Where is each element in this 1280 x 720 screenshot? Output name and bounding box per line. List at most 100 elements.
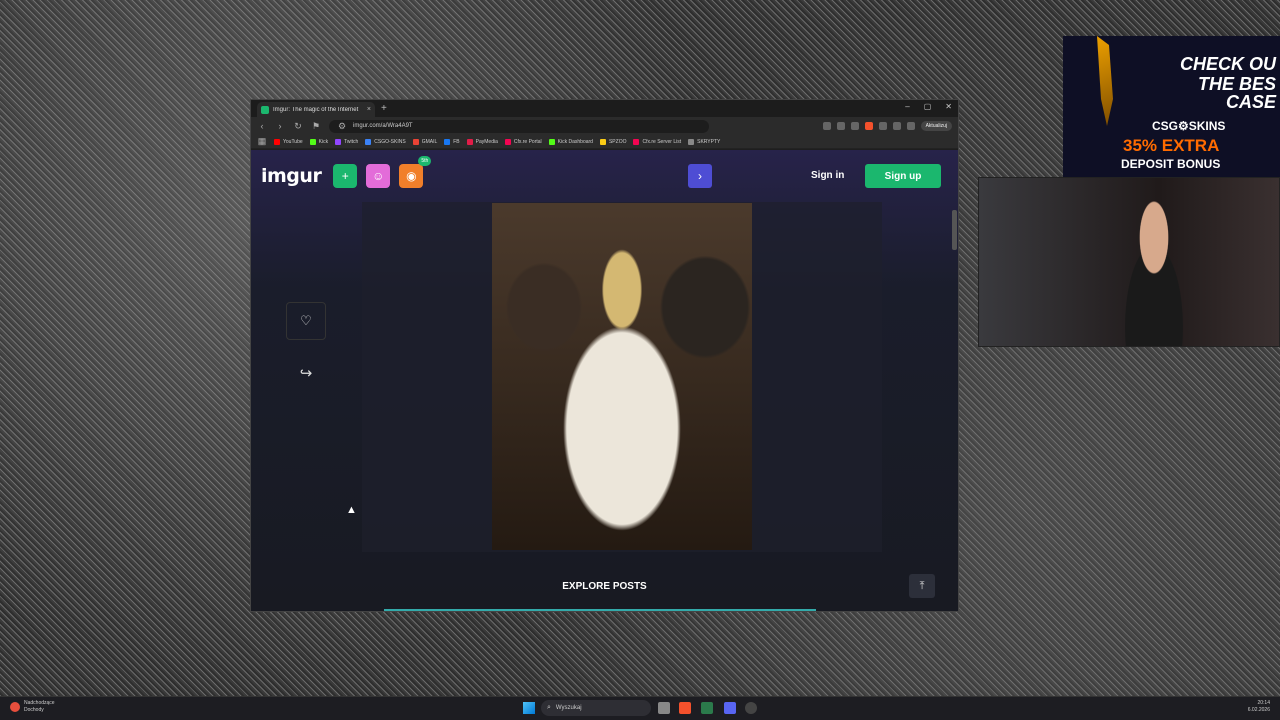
- bookmark-label: Twitch: [344, 138, 359, 145]
- app-icon[interactable]: [701, 702, 713, 714]
- explore-posts-strip: [384, 609, 816, 611]
- forward-icon[interactable]: ›: [275, 121, 285, 131]
- bookmark-label: Cfx.re Portal: [513, 138, 542, 145]
- tab-title: Imgur: The magic of the Internet: [273, 106, 359, 113]
- share-arrow-icon[interactable]: ↪: [296, 364, 316, 382]
- csgo-skins-icon: [365, 138, 372, 145]
- wallet-icon[interactable]: [906, 122, 915, 130]
- update-button[interactable]: Aktualizuj: [920, 121, 952, 131]
- discord-icon[interactable]: [724, 702, 736, 714]
- folder-icon: [688, 138, 695, 145]
- browser-tab[interactable]: Imgur: The magic of the Internet ×: [257, 102, 375, 117]
- gmail-icon: [412, 138, 419, 145]
- browser-window: Imgur: The magic of the Internet × + – ▢…: [250, 99, 959, 612]
- brave-browser-icon[interactable]: [679, 702, 691, 714]
- windows-start-icon[interactable]: [523, 702, 535, 714]
- weather-text: Nadchodzące Dochody: [24, 700, 55, 714]
- ad-bonus-percent: 35% EXTRA: [1123, 136, 1220, 155]
- system-tray-clock[interactable]: 20:14 6.02.2026: [1248, 700, 1270, 714]
- bookmark-label: Kick Dashboard: [557, 138, 593, 145]
- bookmark-kick[interactable]: Kick: [309, 138, 329, 145]
- bookmark-icon[interactable]: ⚑: [311, 121, 321, 132]
- bookmark-paymedia[interactable]: PayMedia: [466, 138, 498, 145]
- back-to-top-icon[interactable]: ⤒: [909, 574, 935, 598]
- clock-time: 20:14: [1257, 700, 1270, 706]
- search-placeholder: Wyszukaj: [555, 705, 582, 711]
- bookmark-label: CSGO-SKINS: [374, 138, 406, 145]
- paymedia-icon: [466, 138, 473, 145]
- sign-up-button[interactable]: Sign up: [865, 164, 941, 188]
- new-tab-button[interactable]: +: [381, 103, 387, 114]
- csgo-skins-ad-overlay: CHECK OU THE BES CASE CSG⚙SKINS 35% EXTR…: [1063, 36, 1280, 178]
- cfx-icon: [504, 138, 511, 145]
- youtube-icon: [274, 138, 280, 145]
- bookmark-csgo-skins[interactable]: CSGO-SKINS: [365, 138, 406, 145]
- ad-brand: CSG⚙SKINS: [1152, 119, 1226, 133]
- site-info-icon[interactable]: ⚙: [337, 121, 347, 132]
- taskbar-search[interactable]: ⌕ Wyszukaj: [541, 700, 651, 716]
- bookmark-twitch[interactable]: Twitch: [335, 138, 359, 145]
- bookmark-label: FB: [453, 138, 460, 145]
- kick-icon: [309, 138, 316, 145]
- explore-posts-heading: EXPLORE POSTS: [562, 581, 647, 592]
- meme-generator-icon[interactable]: ☺: [366, 164, 391, 188]
- games-badge: 5th: [418, 156, 432, 166]
- extensions-icon[interactable]: [878, 122, 887, 130]
- favorite-heart-icon[interactable]: ♡: [286, 302, 326, 340]
- bookmark-gmail[interactable]: GMAIL: [412, 138, 438, 145]
- upload-icon[interactable]: +: [333, 164, 358, 188]
- facebook-icon: [444, 138, 451, 145]
- bookmark-spzoo[interactable]: SPZOO: [599, 138, 626, 145]
- translate-icon[interactable]: [822, 122, 831, 130]
- obs-icon[interactable]: [745, 702, 757, 714]
- bookmark-kick-dashboard[interactable]: Kick Dashboard: [548, 138, 593, 145]
- window-controls: – ▢ ✕: [905, 102, 952, 111]
- post-image[interactable]: [492, 203, 752, 550]
- kick-icon: [548, 138, 555, 145]
- sign-in-link[interactable]: Sign in: [811, 170, 844, 181]
- apps-grid-icon[interactable]: ▦: [257, 136, 267, 147]
- bookmark-skrypty[interactable]: SKRYPTY: [688, 138, 721, 145]
- cfx-icon: [633, 138, 640, 145]
- url-text: imgur.com/a/Wra4A9T: [353, 123, 413, 129]
- games-glyph: ◉: [406, 169, 417, 183]
- bookmark-youtube[interactable]: YouTube: [274, 138, 303, 145]
- address-bar[interactable]: ⚙ imgur.com/a/Wra4A9T: [329, 119, 709, 133]
- bookmark-cfx-server-list[interactable]: Cfx.re Server List: [633, 138, 682, 145]
- tab-close-icon[interactable]: ×: [367, 106, 371, 113]
- bookmark-label: SKRYPTY: [697, 138, 721, 145]
- taskbar: Nadchodzące Dochody ⌕ Wyszukaj 20:14 6.0…: [0, 696, 1280, 720]
- back-icon[interactable]: ‹: [257, 121, 267, 131]
- imgur-logo[interactable]: imgur: [261, 165, 322, 187]
- clock-date: 6.02.2026: [1247, 707, 1270, 713]
- page-scrollbar[interactable]: [952, 210, 957, 250]
- share-page-icon[interactable]: [850, 122, 859, 130]
- games-icon[interactable]: ◉ 5th: [399, 156, 432, 188]
- navigation-bar: ‹ › ↻ ⚑ ⚙ imgur.com/a/Wra4A9T Aktualizuj: [251, 117, 958, 135]
- bookmark-label: YouTube: [283, 138, 303, 145]
- zoom-icon[interactable]: [836, 122, 845, 130]
- close-window-button[interactable]: ✕: [945, 102, 952, 111]
- bookmark-cfx-portal[interactable]: Cfx.re Portal: [504, 138, 542, 145]
- weather-widget[interactable]: Nadchodzące Dochody: [10, 700, 55, 714]
- ad-headline-3: CASE: [1225, 92, 1276, 112]
- bookmark-fb[interactable]: FB: [444, 138, 460, 145]
- weather-icon: [10, 702, 20, 712]
- minimize-button[interactable]: –: [905, 102, 909, 111]
- streamer-figure: [1109, 200, 1199, 346]
- sidebar-icon[interactable]: [892, 122, 901, 130]
- bookmark-label: Kick: [318, 138, 329, 145]
- bookmark-label: Cfx.re Server List: [642, 138, 682, 145]
- brave-shields-icon[interactable]: [864, 122, 873, 130]
- reload-icon[interactable]: ↻: [293, 121, 303, 132]
- file-explorer-icon[interactable]: [658, 702, 670, 714]
- weather-line-1: Nadchodzące: [24, 700, 55, 706]
- bookmark-label: GMAIL: [421, 138, 438, 145]
- imgur-page: imgur + ☺ ◉ 5th › Sign in Sign up ♡ ↪ EX…: [251, 150, 958, 611]
- toolbar-icons: Aktualizuj: [822, 121, 952, 131]
- next-post-icon[interactable]: ›: [688, 164, 712, 188]
- search-icon: ⌕: [547, 704, 551, 711]
- title-bar: Imgur: The magic of the Internet × + – ▢…: [251, 100, 958, 117]
- maximize-button[interactable]: ▢: [924, 102, 932, 111]
- spzoo-icon: [599, 138, 606, 145]
